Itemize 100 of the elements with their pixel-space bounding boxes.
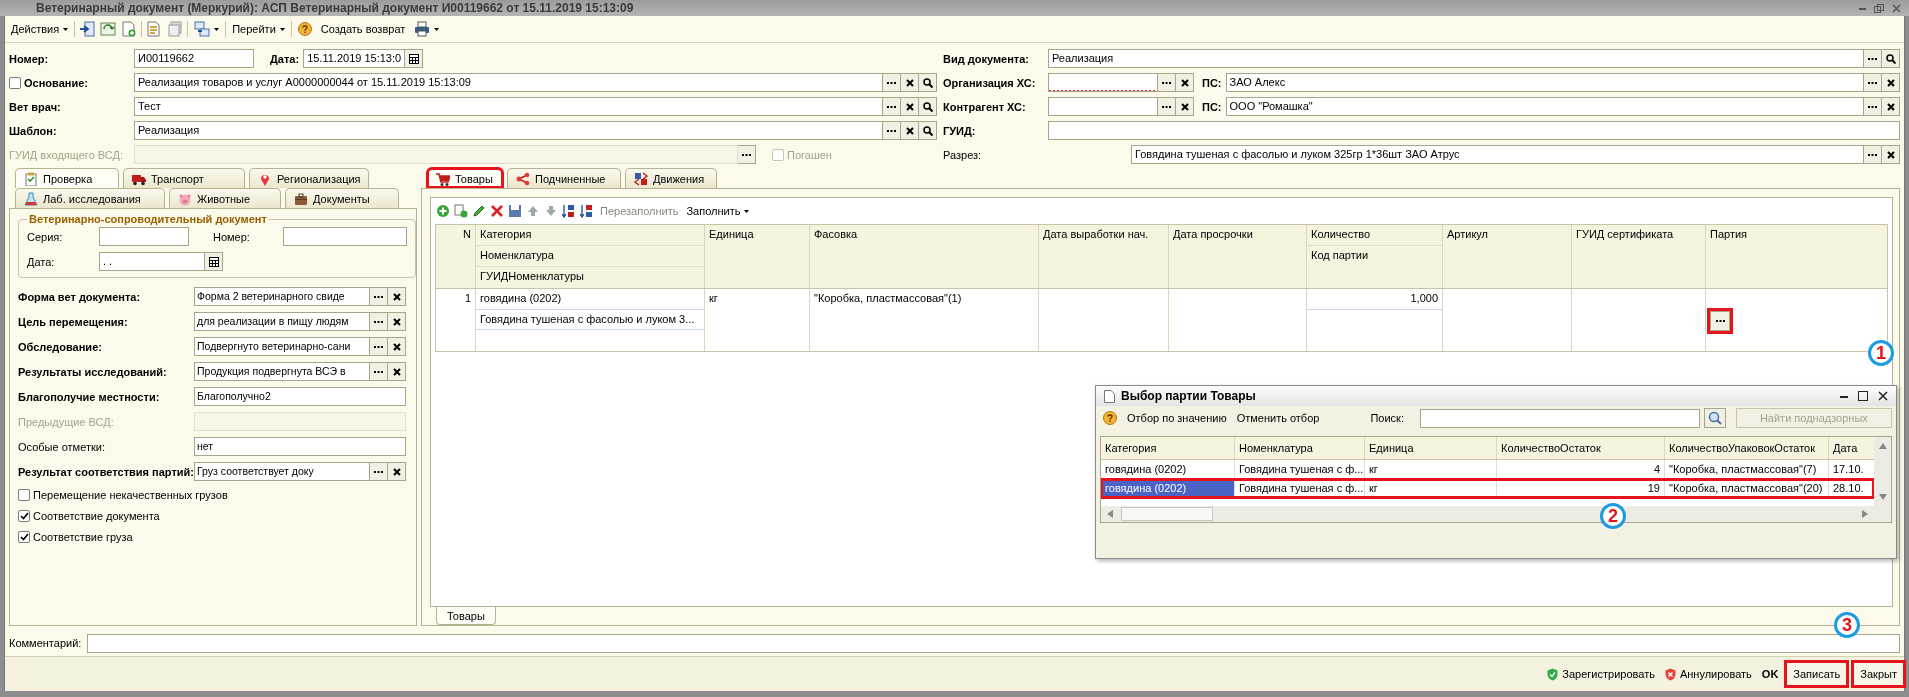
choose-button[interactable] bbox=[1158, 97, 1176, 116]
clear-button[interactable] bbox=[901, 73, 919, 92]
clear-button[interactable] bbox=[388, 462, 406, 481]
form-button[interactable]: Закрыт bbox=[1853, 662, 1904, 686]
counterparty-field[interactable] bbox=[1048, 97, 1158, 116]
organization-field[interactable] bbox=[1048, 73, 1158, 92]
fill-menu[interactable]: Заполнить bbox=[683, 203, 753, 219]
clear-button[interactable] bbox=[1882, 97, 1900, 116]
search-button[interactable] bbox=[1703, 408, 1726, 428]
clear-button[interactable] bbox=[901, 97, 919, 116]
text-field[interactable] bbox=[194, 412, 406, 431]
open-button[interactable] bbox=[919, 97, 937, 116]
clear-button[interactable] bbox=[1882, 73, 1900, 92]
clear-button[interactable] bbox=[1882, 145, 1900, 164]
tab[interactable]: Лаб. исследования bbox=[15, 188, 165, 208]
choose-button[interactable] bbox=[1710, 311, 1730, 331]
tab[interactable]: Проверка bbox=[15, 168, 119, 188]
date-field[interactable]: . . bbox=[99, 252, 205, 271]
text-field[interactable]: нет bbox=[194, 437, 406, 456]
sort-ascending-button[interactable] bbox=[561, 203, 577, 219]
create-return-button[interactable]: Создать возврат bbox=[317, 21, 409, 37]
basis-field[interactable]: Реализация товаров и услуг А0000000044 от 15.11.2019 15:13:09 bbox=[134, 73, 883, 92]
select-field[interactable]: Продукция подвергнута ВСЭ в bbox=[194, 362, 370, 381]
tab[interactable]: Регионализация bbox=[249, 168, 369, 188]
template-field[interactable]: Реализация bbox=[134, 121, 883, 140]
choose-button[interactable] bbox=[1158, 73, 1176, 92]
choose-button[interactable] bbox=[1864, 97, 1882, 116]
series-field[interactable] bbox=[99, 227, 189, 246]
calendar-button[interactable] bbox=[205, 252, 223, 271]
clear-button[interactable] bbox=[1176, 73, 1194, 92]
choose-button[interactable] bbox=[883, 97, 901, 116]
choose-button[interactable] bbox=[738, 145, 756, 164]
choose-button[interactable] bbox=[370, 462, 388, 481]
pencil-button[interactable] bbox=[471, 203, 487, 219]
choose-button[interactable] bbox=[370, 312, 388, 331]
tab[interactable]: Транспорт bbox=[123, 168, 245, 188]
clear-button[interactable] bbox=[388, 312, 406, 331]
vet-field[interactable]: Тест bbox=[134, 97, 883, 116]
select-field[interactable]: Подвергнуто ветеринарно-сани bbox=[194, 337, 370, 356]
form-button[interactable]: Записать bbox=[1786, 662, 1848, 686]
choose-button[interactable] bbox=[883, 121, 901, 140]
select-field[interactable]: Груз соответствует доку bbox=[194, 462, 370, 481]
open-button[interactable] bbox=[919, 121, 937, 140]
choose-button[interactable] bbox=[370, 337, 388, 356]
date-field[interactable]: 15.11.2019 15:13:0 bbox=[303, 49, 406, 68]
save-button[interactable] bbox=[507, 203, 523, 219]
tab[interactable]: Товары bbox=[427, 168, 503, 188]
open-button[interactable] bbox=[919, 73, 937, 92]
tab[interactable]: Подчиненные bbox=[507, 168, 621, 188]
choose-button[interactable] bbox=[1864, 49, 1882, 68]
tab[interactable]: Движения bbox=[625, 168, 717, 188]
delete-button[interactable] bbox=[489, 203, 505, 219]
search-field[interactable] bbox=[1419, 408, 1700, 428]
checkbox[interactable] bbox=[18, 488, 30, 501]
choose-button[interactable] bbox=[883, 73, 901, 92]
filter-button[interactable]: Отбор по значению bbox=[1124, 410, 1230, 426]
tab[interactable]: Документы bbox=[285, 188, 399, 208]
number-field[interactable] bbox=[283, 227, 407, 246]
actions-menu[interactable]: Действия bbox=[8, 21, 72, 37]
checkbox[interactable] bbox=[18, 509, 30, 522]
guid-field[interactable] bbox=[1048, 121, 1900, 140]
cancel-filter-button[interactable]: Отменить отбор bbox=[1233, 410, 1323, 426]
arrow-into-list-button[interactable] bbox=[78, 20, 97, 38]
clear-button[interactable] bbox=[901, 121, 919, 140]
choose-button[interactable] bbox=[370, 362, 388, 381]
text-field[interactable]: Благополучно2 bbox=[194, 387, 406, 406]
clear-button[interactable] bbox=[388, 362, 406, 381]
comment-field[interactable] bbox=[87, 633, 1900, 653]
help-button[interactable] bbox=[1100, 409, 1120, 427]
ps-field[interactable]: ООО "Ромашка" bbox=[1225, 97, 1864, 116]
checkbox[interactable] bbox=[9, 76, 21, 89]
choose-button[interactable] bbox=[1864, 145, 1882, 164]
tab[interactable]: Товары bbox=[436, 607, 496, 625]
refill-button[interactable]: Перезаполнить bbox=[597, 203, 682, 219]
choose-button[interactable] bbox=[370, 287, 388, 306]
checkbox[interactable] bbox=[18, 530, 30, 543]
sort-descending-button[interactable] bbox=[579, 203, 595, 219]
calendar-button[interactable] bbox=[405, 49, 424, 68]
open-button[interactable] bbox=[1882, 49, 1900, 68]
ok-button[interactable]: OK bbox=[1759, 666, 1781, 682]
tab[interactable]: Животные bbox=[169, 188, 281, 208]
ps-field[interactable]: ЗАО Алекс bbox=[1225, 73, 1864, 92]
section-field[interactable]: Говядина тушеная с фасолью и луком 325гр 1*36шт ЗАО Атрус bbox=[1131, 145, 1864, 164]
select-field[interactable]: Форма 2 ветеринарного свиде bbox=[194, 287, 370, 306]
register-button[interactable]: Зарегистрировать bbox=[1545, 665, 1657, 683]
add-button[interactable] bbox=[435, 203, 451, 219]
refresh-button[interactable] bbox=[99, 20, 118, 38]
horizontal-scrollbar[interactable] bbox=[1101, 506, 1874, 522]
clear-button[interactable] bbox=[388, 287, 406, 306]
annul-button[interactable]: Аннулировать bbox=[1662, 665, 1754, 683]
number-field[interactable]: И00119662 bbox=[134, 49, 254, 68]
vertical-scrollbar[interactable] bbox=[1874, 437, 1891, 522]
choose-button[interactable] bbox=[1864, 73, 1882, 92]
copy-button[interactable] bbox=[453, 203, 469, 219]
select-field[interactable]: для реализации в пищу людям bbox=[194, 312, 370, 331]
document-type-field[interactable]: Реализация bbox=[1048, 49, 1864, 68]
go-to-menu[interactable]: Перейти bbox=[229, 21, 288, 37]
caret-icon bbox=[434, 27, 440, 31]
clear-button[interactable] bbox=[388, 337, 406, 356]
clear-button[interactable] bbox=[1176, 97, 1194, 116]
